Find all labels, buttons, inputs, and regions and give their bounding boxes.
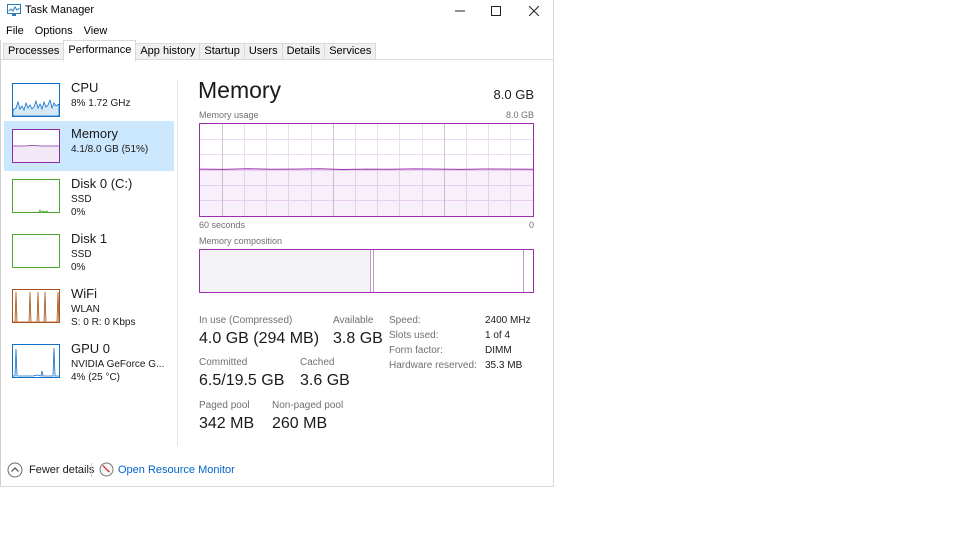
in-use-label: In use (Compressed) <box>199 315 293 326</box>
task-manager-app-icon <box>7 4 21 16</box>
sidebar-memory-name: Memory <box>71 126 118 141</box>
disk1-thumbnail-graph <box>12 234 60 268</box>
wifi-thumbnail-graph <box>12 289 60 323</box>
sidebar-disk1-usage: 0% <box>71 262 86 273</box>
gpu0-thumbnail-graph <box>12 344 60 378</box>
spec-speed-label: Speed: <box>389 315 421 326</box>
paged-pool-label: Paged pool <box>199 400 250 411</box>
sidebar-divider <box>177 80 178 446</box>
sidebar-wifi-name: WiFi <box>71 286 97 301</box>
maximize-button[interactable] <box>477 0 515 22</box>
nonpaged-pool-label: Non-paged pool <box>272 400 344 411</box>
sidebar-item-gpu0[interactable]: GPU 0 NVIDIA GeForce G... 4% (25 °C) <box>4 336 174 386</box>
footer-divider <box>91 463 92 477</box>
composition-free-marker <box>523 250 524 292</box>
close-button[interactable] <box>515 0 553 22</box>
sidebar-item-disk0[interactable]: Disk 0 (C:) SSD 0% <box>4 171 174 221</box>
disk0-thumbnail-graph <box>12 179 60 213</box>
menu-file[interactable]: File <box>0 22 29 40</box>
composition-modified <box>369 250 374 292</box>
memory-usage-graph <box>199 123 534 217</box>
spec-speed-value: 2400 MHz <box>485 315 531 326</box>
spec-slots-label: Slots used: <box>389 330 439 341</box>
sidebar-cpu-detail: 8% 1.72 GHz <box>71 98 131 109</box>
time-axis-right: 0 <box>528 220 534 230</box>
sidebar-disk1-name: Disk 1 <box>71 231 108 246</box>
paged-pool-value: 342 MB <box>199 415 255 432</box>
footer-bar: Fewer details Open Resource Monitor <box>0 460 553 482</box>
sidebar-memory-detail: 4.1/8.0 GB (51%) <box>71 144 149 155</box>
memory-usage-svg <box>199 124 534 216</box>
sidebar-disk0-name: Disk 0 (C:) <box>71 176 133 191</box>
memory-total: 8.0 GB <box>493 87 534 102</box>
sidebar-disk1-type: SSD <box>71 249 92 260</box>
sidebar-item-memory[interactable]: Memory 4.1/8.0 GB (51%) <box>4 121 174 171</box>
open-resource-monitor-link[interactable]: Open Resource Monitor <box>118 464 235 476</box>
sidebar-item-disk1[interactable]: Disk 1 SSD 0% <box>4 226 174 276</box>
cached-label: Cached <box>300 357 335 368</box>
cached-value: 3.6 GB <box>300 372 350 389</box>
fewer-details-button[interactable]: Fewer details <box>29 464 94 476</box>
close-icon <box>529 6 539 16</box>
tab-processes[interactable]: Processes <box>3 43 65 60</box>
spec-slots-value: 1 of 4 <box>485 330 511 341</box>
menu-view[interactable]: View <box>78 22 113 40</box>
memory-composition-bar <box>199 249 534 293</box>
sidebar-gpu0-model: NVIDIA GeForce G... <box>71 359 165 370</box>
tab-performance[interactable]: Performance <box>63 40 137 62</box>
tab-details[interactable]: Details <box>281 43 326 60</box>
sidebar-wifi-type: WLAN <box>71 304 100 315</box>
tab-services[interactable]: Services <box>324 43 377 60</box>
committed-label: Committed <box>199 357 248 368</box>
sidebar-wifi-rate: S: 0 R: 0 Kbps <box>71 317 136 328</box>
memory-usage-label: Memory usage <box>199 110 259 120</box>
tab-strip: Processes Performance App history Startu… <box>3 40 377 62</box>
resource-monitor-icon[interactable] <box>99 462 114 477</box>
minimize-button[interactable] <box>441 0 479 22</box>
committed-value: 6.5/19.5 GB <box>199 372 285 389</box>
composition-in-use <box>200 250 370 292</box>
tab-app-history[interactable]: App history <box>135 43 201 60</box>
sidebar-item-wifi[interactable]: WiFi WLAN S: 0 R: 0 Kbps <box>4 281 174 331</box>
window-left-border <box>0 40 1 486</box>
available-value: 3.8 GB <box>333 330 383 347</box>
memory-usage-max: 8.0 GB <box>505 110 534 120</box>
cpu-thumbnail-graph <box>12 83 60 117</box>
sidebar-cpu-name: CPU <box>71 80 99 95</box>
sidebar-gpu0-usage: 4% (25 °C) <box>71 372 121 383</box>
spec-form-factor-value: DIMM <box>485 345 512 356</box>
available-label: Available <box>333 315 374 326</box>
memory-usage-area <box>200 168 533 216</box>
maximize-icon <box>491 6 501 16</box>
title-bar: Task Manager <box>0 0 553 22</box>
sidebar-item-cpu[interactable]: CPU 8% 1.72 GHz <box>4 75 174 125</box>
menu-bar: File Options View <box>0 22 553 40</box>
sidebar-disk0-type: SSD <box>71 194 92 205</box>
menu-options[interactable]: Options <box>29 22 78 40</box>
window-title: Task Manager <box>25 4 95 16</box>
chevron-up-circle-icon[interactable] <box>7 462 23 478</box>
tab-users[interactable]: Users <box>243 43 283 60</box>
tab-startup[interactable]: Startup <box>199 43 245 60</box>
spec-hw-reserved-value: 35.3 MB <box>485 360 523 371</box>
spec-hw-reserved-label: Hardware reserved: <box>389 360 477 371</box>
minimize-icon <box>455 10 465 12</box>
spec-form-factor-label: Form factor: <box>389 345 443 356</box>
time-axis-left: 60 seconds <box>199 220 246 230</box>
sidebar-gpu0-name: GPU 0 <box>71 341 111 356</box>
memory-composition-label: Memory composition <box>199 236 283 246</box>
nonpaged-pool-value: 260 MB <box>272 415 328 432</box>
page-title: Memory <box>198 77 282 103</box>
in-use-value: 4.0 GB (294 MB) <box>199 330 320 347</box>
sidebar-disk0-usage: 0% <box>71 207 86 218</box>
task-manager-window: Task Manager File Options View Processes… <box>0 0 554 487</box>
memory-thumbnail-graph <box>12 129 60 163</box>
